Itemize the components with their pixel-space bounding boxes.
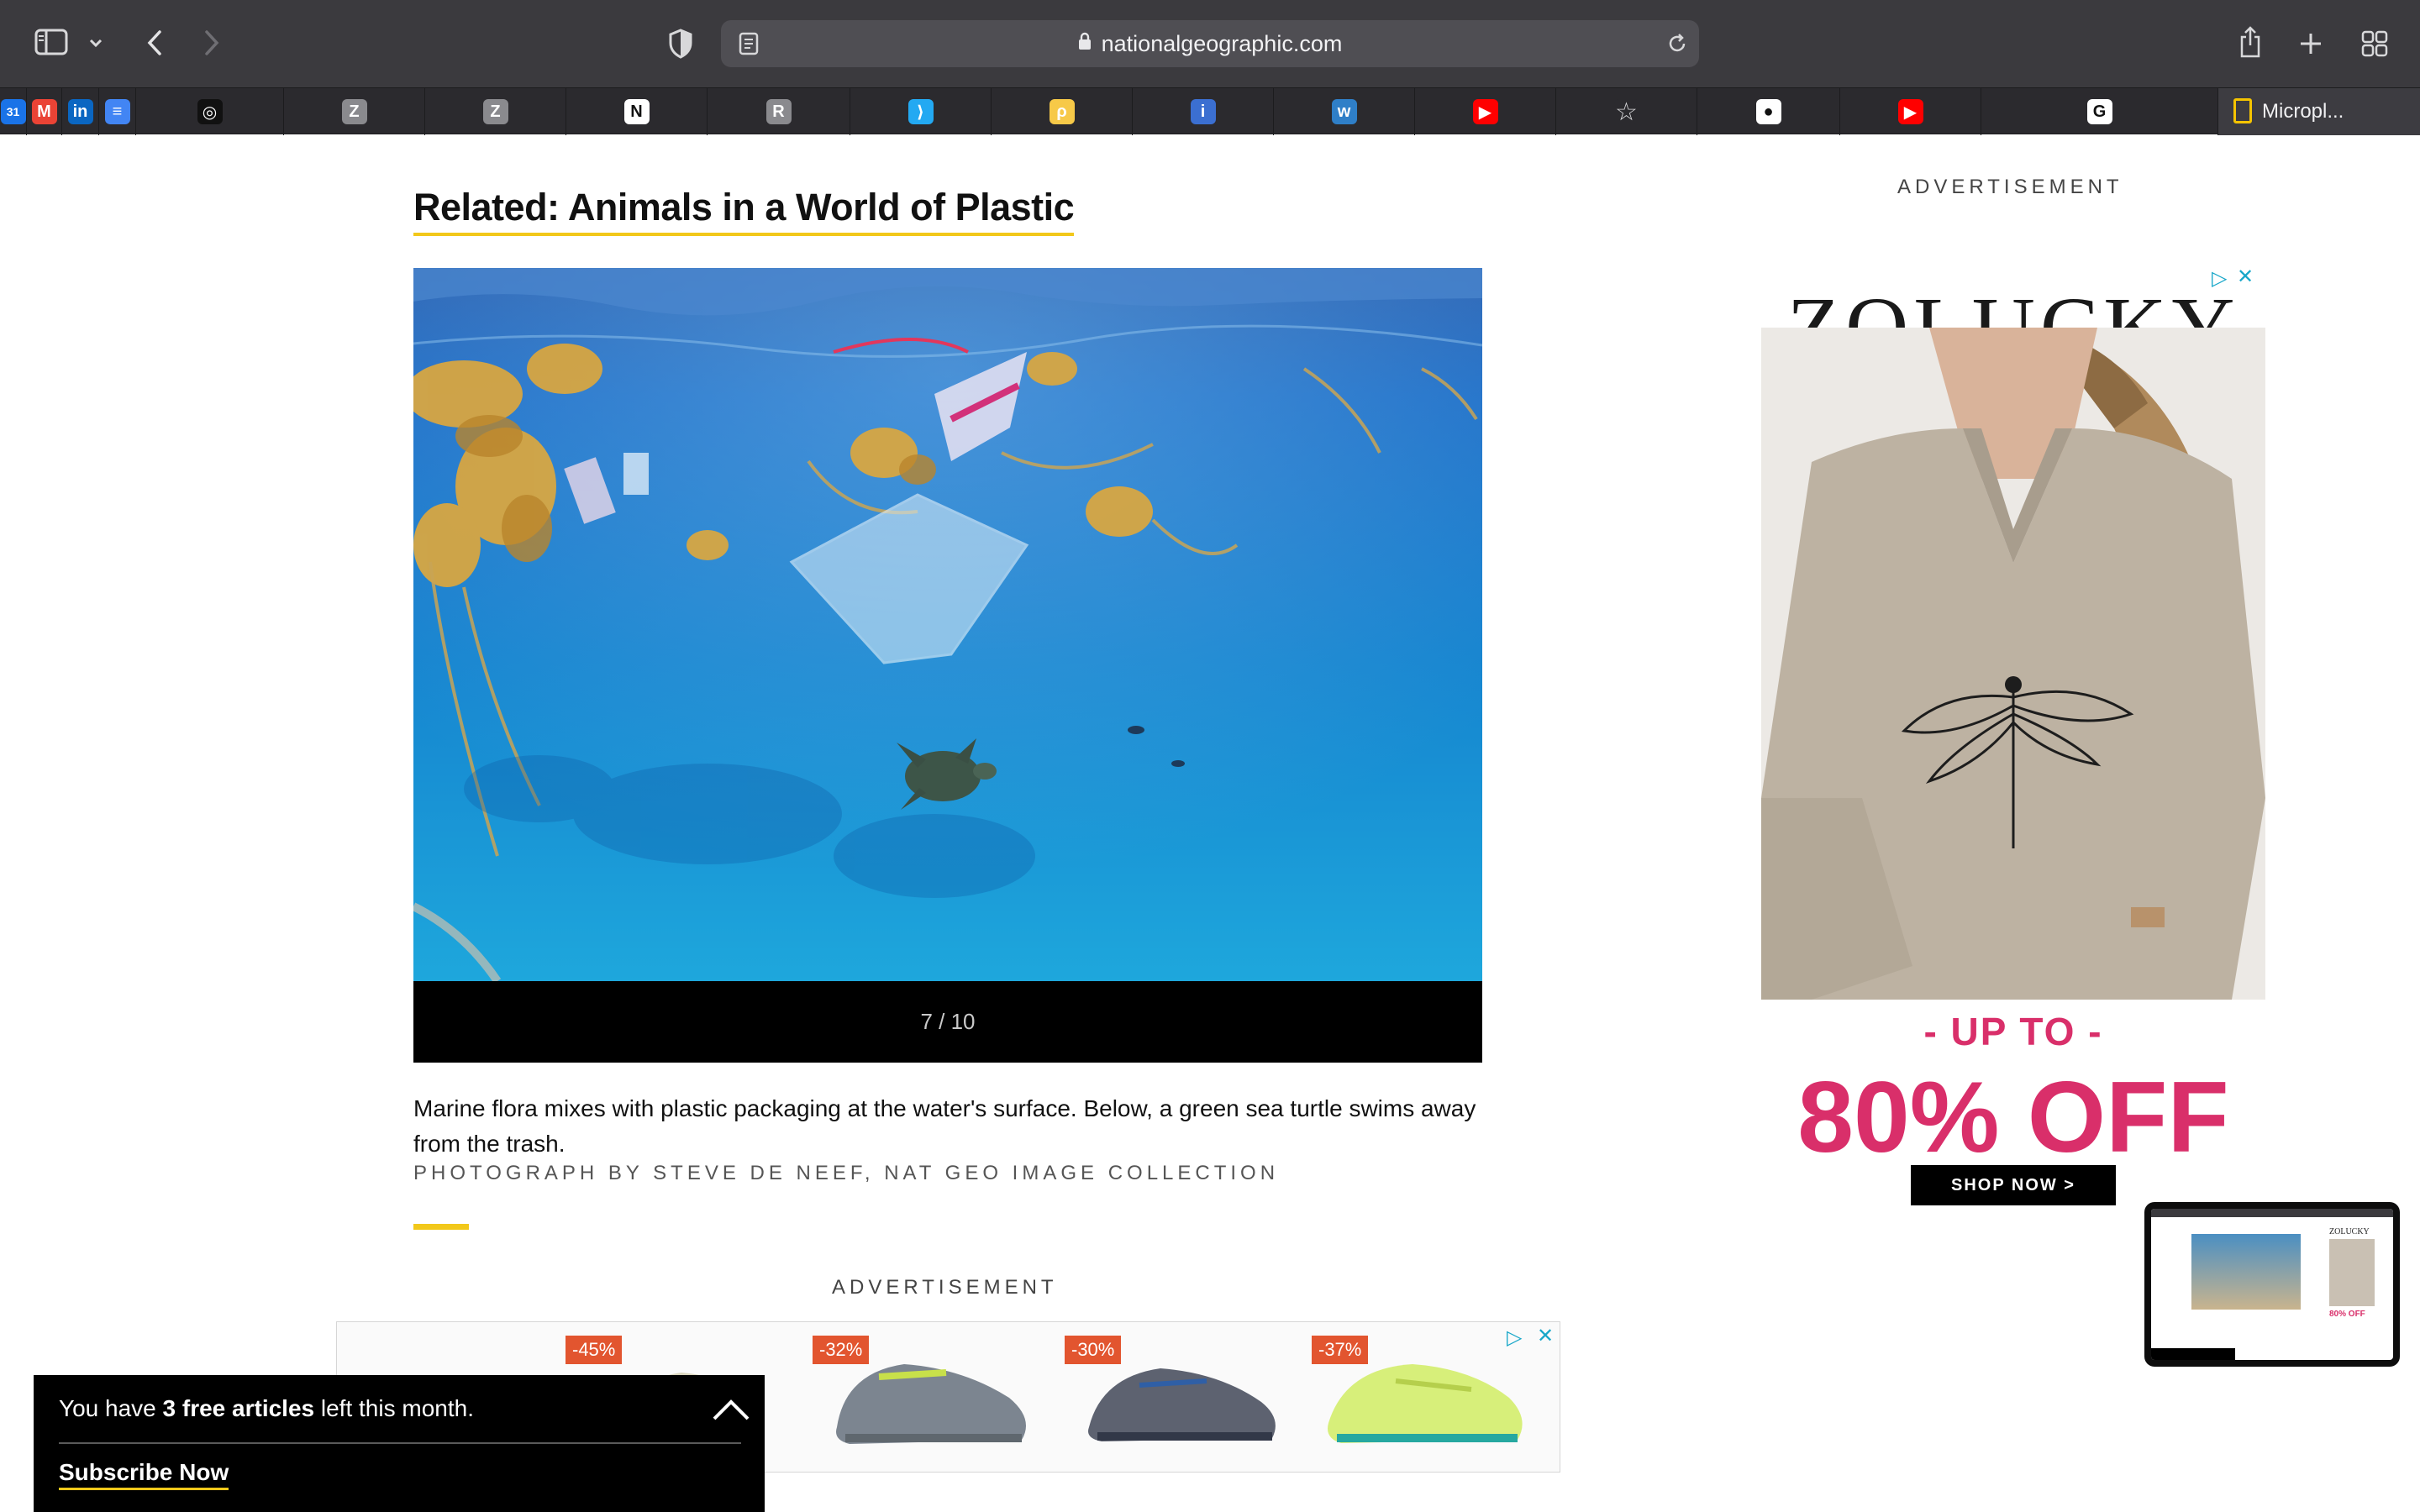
bookmark-star[interactable]: ☆: [1556, 88, 1697, 135]
paywall-suffix: left this month.: [314, 1395, 474, 1421]
paywall-banner: You have 3 free articles left this month…: [34, 1375, 765, 1512]
discount-badge: -32%: [813, 1336, 870, 1364]
discount-badge: -37%: [1312, 1336, 1369, 1364]
new-tab-icon[interactable]: [2294, 27, 2328, 60]
ocean-plastic-photo: [413, 268, 1482, 981]
address-bar[interactable]: nationalgeographic.com: [721, 20, 1699, 67]
bookmark-zotero[interactable]: Z: [425, 88, 566, 135]
free-article-count: 3 free articles: [162, 1395, 315, 1421]
privacy-shield-icon[interactable]: [664, 25, 697, 62]
python-icon: ρ: [1049, 99, 1075, 124]
pip-toolbar: [2151, 1209, 2393, 1217]
bookmark-r[interactable]: R: [708, 88, 850, 135]
zotero-icon: Z: [482, 99, 508, 124]
bookmark-python[interactable]: ρ: [992, 88, 1133, 135]
promo-up-to: - UP TO -: [1923, 1010, 2103, 1053]
browser-toolbar: nationalgeographic.com: [0, 0, 2420, 87]
url-text: nationalgeographic.com: [1101, 30, 1343, 56]
shop-now-button[interactable]: SHOP NOW >: [1911, 1165, 2116, 1205]
bookmark-youtube[interactable]: ▶: [1415, 88, 1556, 135]
photo-credit: Photograph by Steve De Neef, Nat Geo Ima…: [413, 1162, 1280, 1184]
bookmark-vscode[interactable]: ⟩: [850, 88, 992, 135]
bookmark-github[interactable]: ●: [1697, 88, 1840, 135]
sidebar-toggle-icon[interactable]: [32, 25, 71, 59]
pip-promo: 80% OFF: [2329, 1310, 2365, 1319]
gallery-photo[interactable]: [413, 268, 1482, 981]
youtube-icon: ▶: [1897, 99, 1923, 124]
linkedin-icon: in: [67, 99, 93, 124]
zolucky-advertisement[interactable]: ▷ ✕ ZOLUCKY: [1761, 219, 2265, 1210]
divider: [413, 1224, 469, 1230]
advertisement-label: ADVERTISEMENT: [832, 1276, 1058, 1299]
discount-badge: -45%: [566, 1336, 623, 1364]
lock-icon: [1078, 32, 1092, 55]
bookmark-gmail[interactable]: M: [27, 88, 62, 135]
bookmark-google-docs[interactable]: ≡: [99, 88, 136, 135]
reload-icon[interactable]: [1664, 30, 1691, 57]
vscode-icon: ⟩: [908, 99, 934, 124]
pip-photo: [2191, 1234, 2301, 1310]
share-icon[interactable]: [2233, 22, 2267, 62]
bookmark-spiral[interactable]: ◎: [136, 88, 284, 135]
pip-footer: [2151, 1348, 2235, 1360]
google-docs-icon: ≡: [104, 99, 130, 124]
spiral-icon: ◎: [197, 99, 223, 124]
advertisement-label: ADVERTISEMENT: [1897, 176, 2123, 198]
bookmark-notion[interactable]: N: [566, 88, 708, 135]
bookmark-info[interactable]: i: [1133, 88, 1274, 135]
free-articles-message: You have 3 free articles left this month…: [59, 1395, 474, 1422]
info-icon: i: [1190, 99, 1216, 124]
chevron-down-icon[interactable]: [84, 30, 108, 55]
tab-microplastics[interactable]: Micropl...: [2218, 88, 2420, 135]
notion-icon: N: [623, 99, 650, 124]
pip-sweater: [2329, 1239, 2375, 1306]
note-icon: [2233, 98, 2252, 123]
gmail-icon: M: [31, 99, 57, 124]
slide-counter: 7 / 10: [413, 981, 1482, 1063]
w-icon: w: [1331, 99, 1357, 124]
divider: [59, 1442, 741, 1444]
google-calendar-icon: 31: [0, 99, 26, 124]
google-icon: G: [2086, 99, 2112, 124]
photo-caption: Marine flora mixes with plastic packagin…: [413, 1095, 1476, 1157]
bookmark-w[interactable]: w: [1274, 88, 1415, 135]
sweater-photo: [1761, 328, 2265, 1000]
chevron-up-icon[interactable]: [711, 1392, 751, 1425]
tab-overview-icon[interactable]: [2358, 27, 2391, 60]
close-ad-icon[interactable]: ✕: [1537, 1324, 1554, 1348]
related-article-link[interactable]: Related: Animals in a World of Plastic: [413, 186, 1075, 236]
promo-discount: 80% OFF: [1797, 1061, 2229, 1173]
bookmark-youtube[interactable]: ▶: [1840, 88, 1981, 135]
bookmark-zotero[interactable]: Z: [284, 88, 425, 135]
github-icon: ●: [1755, 99, 1781, 124]
subscribe-now-link[interactable]: Subscribe Now: [59, 1459, 229, 1490]
discount-badge: -30%: [1065, 1336, 1122, 1364]
bookmark-google-calendar[interactable]: 31: [0, 88, 27, 135]
picture-in-picture-window[interactable]: ZOLUCKY 80% OFF: [2144, 1202, 2400, 1367]
back-button[interactable]: [138, 25, 171, 60]
zotero-icon: Z: [341, 99, 367, 124]
tab-label: Micropl...: [2262, 100, 2344, 123]
r-icon: R: [765, 99, 792, 124]
star-icon: ☆: [1613, 97, 1639, 126]
youtube-icon: ▶: [1472, 99, 1498, 124]
pip-brand: ZOLUCKY: [2329, 1227, 2370, 1236]
bookmark-google[interactable]: G: [1981, 88, 2218, 135]
forward-button[interactable]: [195, 25, 229, 60]
web-page: Related: Animals in a World of Plastic 7…: [0, 135, 2420, 1512]
bookmark-linkedin[interactable]: in: [62, 88, 99, 135]
paywall-prefix: You have: [59, 1395, 163, 1421]
bookmarks-bar: G ▶ ● ☆ ▶ w i ρ ⟩ R N Z Z ◎ ≡ in M 31 Micropl...: [0, 87, 2420, 135]
